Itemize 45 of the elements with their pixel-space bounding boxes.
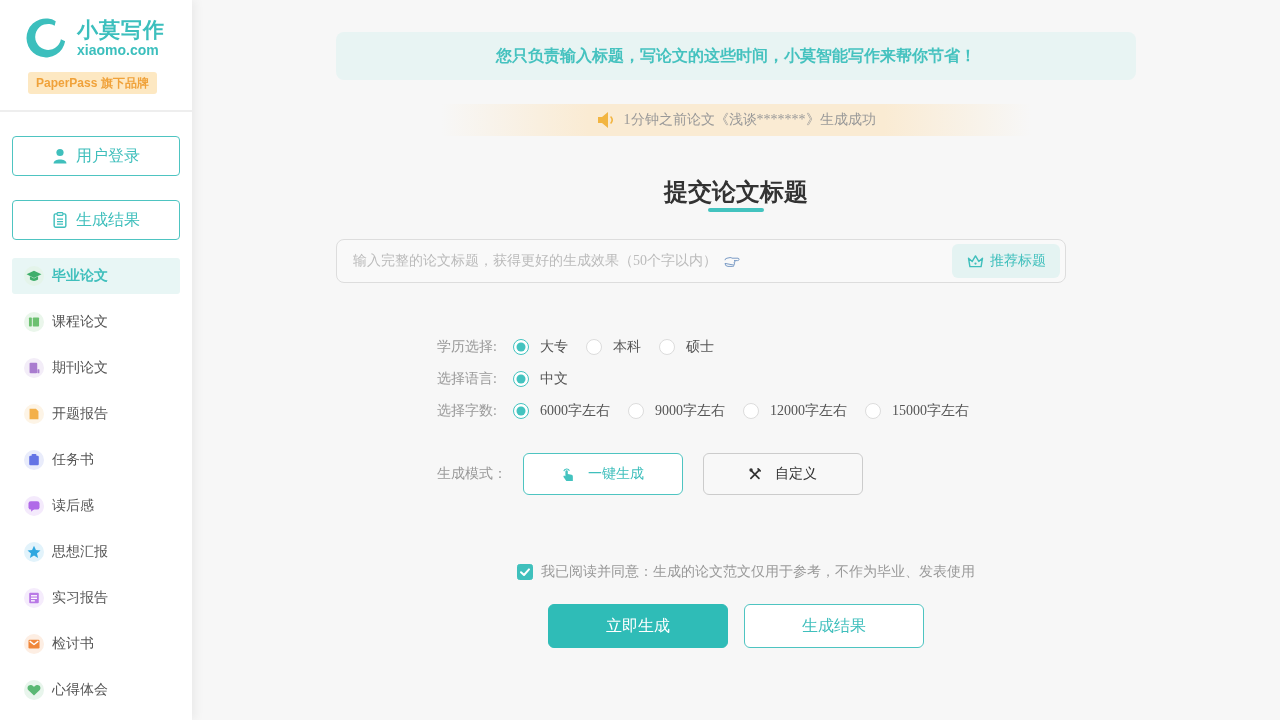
nav-item[interactable]: 检讨书 (12, 626, 180, 662)
speaker-icon (596, 111, 614, 129)
pointing-hand-icon (723, 255, 740, 267)
nav-item[interactable]: 期刊论文 (12, 350, 180, 386)
radio-option[interactable]: 硕士 (659, 338, 714, 356)
file-icon (24, 404, 44, 424)
option-label: 选择字数: (437, 402, 498, 420)
tap-hand-icon (562, 467, 574, 481)
form-title: 提交论文标题 (664, 177, 808, 207)
radio-option[interactable]: 大专 (513, 338, 568, 356)
chat-bubble-icon (24, 496, 44, 516)
notepad-icon (24, 588, 44, 608)
nav-item[interactable]: 思想汇报 (12, 534, 180, 570)
notice-text: 1分钟之前论文《浅谈*******》生成成功 (623, 111, 876, 129)
radio-option[interactable]: 中文 (513, 370, 568, 388)
radio-option[interactable]: 9000字左右 (628, 402, 725, 420)
nav-item[interactable]: 读后感 (12, 488, 180, 524)
user-icon (52, 148, 67, 164)
radio-option[interactable]: 12000字左右 (743, 402, 847, 420)
nav-item[interactable]: 实习报告 (12, 580, 180, 616)
mode-button[interactable]: 自定义 (703, 453, 863, 495)
crown-icon (966, 254, 984, 268)
nav-item[interactable]: 课程论文 (12, 304, 180, 340)
option-label: 学历选择: (437, 338, 498, 356)
logo-swirl-icon (26, 18, 66, 58)
slogan-banner: 您只负责输入标题，写论文的这些时间，小莫智能写作来帮你节省！ (336, 32, 1136, 80)
clipboard-icon (24, 450, 44, 470)
logo-domain: xiaomo.com (77, 42, 160, 58)
document-icon (24, 358, 44, 378)
envelope-icon (24, 634, 44, 654)
radio-option[interactable]: 6000字左右 (513, 402, 610, 420)
book-icon (24, 312, 44, 332)
brand-badge: PaperPass 旗下品牌 (28, 72, 157, 94)
graduation-cap-icon (24, 266, 44, 286)
option-label: 生成模式： (437, 465, 508, 483)
radio-option[interactable]: 15000字左右 (865, 402, 969, 420)
logo-name: 小莫写作 (77, 18, 165, 42)
tools-icon (749, 467, 761, 481)
nav-item[interactable]: 任务书 (12, 442, 180, 478)
radio-option[interactable]: 本科 (586, 338, 641, 356)
nav-item[interactable]: 开题报告 (12, 396, 180, 432)
title-underline (708, 208, 764, 212)
nav-item[interactable]: 心得体会 (12, 672, 180, 708)
option-label: 选择语言: (437, 370, 498, 388)
clipboard-icon (52, 212, 67, 228)
